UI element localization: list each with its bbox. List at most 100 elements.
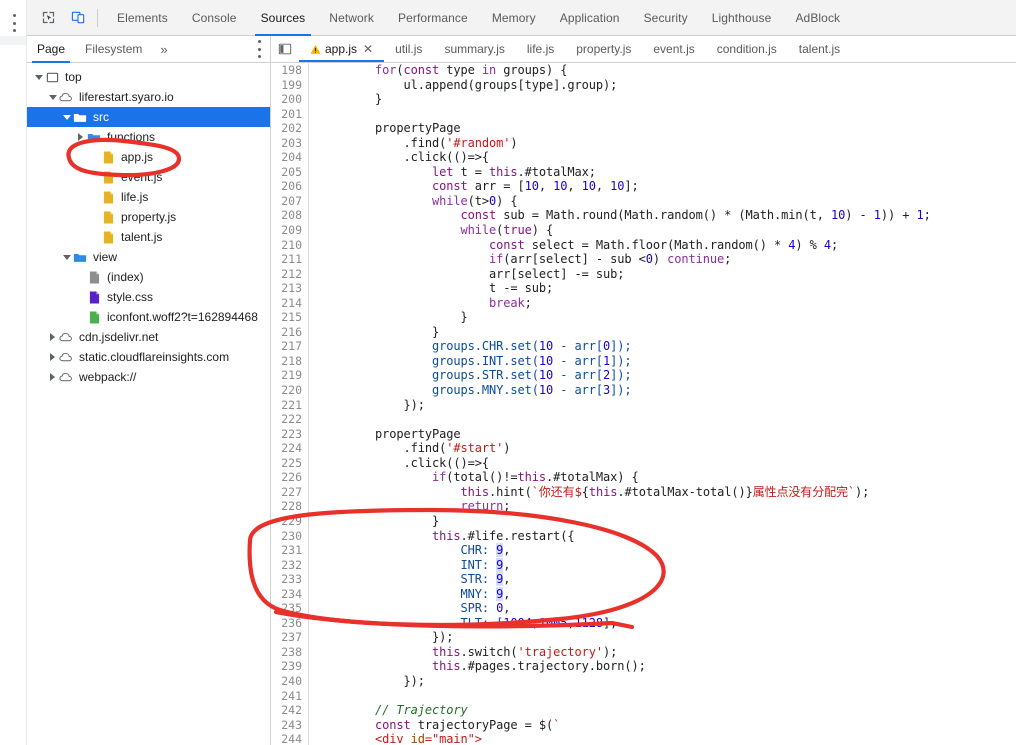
code-line[interactable]: 200 }: [271, 92, 1016, 107]
code-text[interactable]: let t = this.#totalMax;: [309, 165, 596, 180]
chevron-down-icon[interactable]: [61, 114, 72, 120]
line-number[interactable]: 237: [271, 630, 309, 645]
tree-item-cdn-jsdelivr-net[interactable]: cdn.jsdelivr.net: [27, 327, 270, 347]
line-number[interactable]: 230: [271, 528, 309, 544]
line-number[interactable]: 216: [271, 324, 309, 340]
line-number[interactable]: 244: [271, 732, 309, 745]
line-number[interactable]: 202: [271, 121, 309, 136]
code-text[interactable]: this.switch('trajectory');: [309, 645, 617, 660]
tab-application[interactable]: Application: [548, 0, 632, 36]
line-number[interactable]: 228: [271, 499, 309, 514]
device-toolbar-icon[interactable]: [65, 5, 91, 31]
code-text[interactable]: <div id="main">: [309, 732, 482, 745]
chevron-down-icon[interactable]: [47, 94, 58, 100]
code-text[interactable]: MNY: 9,: [309, 586, 510, 602]
file-tab-talent-js[interactable]: talent.js: [788, 36, 851, 62]
line-number[interactable]: 206: [271, 179, 309, 194]
code-text[interactable]: TLT: [1004,1005,1128],: [309, 616, 617, 631]
tree-item-property-js[interactable]: property.js: [27, 207, 270, 227]
file-tab-app-js[interactable]: app.js ✕: [299, 36, 385, 62]
file-tab-util-js[interactable]: util.js: [384, 36, 433, 62]
line-number[interactable]: 218: [271, 353, 309, 369]
tree-item-life-js[interactable]: life.js: [27, 187, 270, 207]
code-line[interactable]: 223 propertyPage: [271, 426, 1016, 442]
code-line[interactable]: 218 groups.INT.set(10 - arr[1]);: [271, 353, 1016, 369]
code-line[interactable]: 234 MNY: 9,: [271, 586, 1016, 602]
code-text[interactable]: if(arr[select] - sub <0) continue;: [309, 252, 731, 267]
code-text[interactable]: while(t>0) {: [309, 194, 518, 209]
tree-item-iconfont-woff2-t-162894468[interactable]: iconfont.woff2?t=162894468: [27, 307, 270, 327]
code-text[interactable]: }: [309, 310, 467, 325]
code-line[interactable]: 203 .find('#random'): [271, 135, 1016, 151]
tab-network[interactable]: Network: [317, 0, 386, 36]
code-line[interactable]: 242 // Trajectory: [271, 703, 1016, 718]
code-text[interactable]: // Trajectory: [309, 703, 468, 718]
code-text[interactable]: .find('#start'): [309, 441, 510, 456]
code-text[interactable]: });: [309, 674, 424, 689]
code-text[interactable]: .find('#random'): [309, 136, 517, 151]
code-text[interactable]: const sub = Math.round(Math.random() * (…: [309, 208, 931, 223]
code-text[interactable]: .click(()=>{: [309, 150, 489, 165]
file-tab-event-js[interactable]: event.js: [642, 36, 705, 62]
code-text[interactable]: }: [309, 92, 382, 107]
code-line[interactable]: 240 });: [271, 673, 1016, 689]
code-text[interactable]: [309, 412, 325, 427]
code-line[interactable]: 241: [271, 688, 1016, 704]
line-number[interactable]: 210: [271, 237, 309, 253]
navigator-file-tree[interactable]: top liferestart.syaro.io src functions app.j…: [27, 63, 271, 745]
browser-menu-icon[interactable]: [10, 14, 18, 32]
chevron-right-icon[interactable]: [47, 373, 58, 381]
line-number[interactable]: 215: [271, 310, 309, 325]
line-number[interactable]: 220: [271, 383, 309, 398]
chevron-down-icon[interactable]: [61, 254, 72, 260]
code-text[interactable]: if(total()!=this.#totalMax) {: [309, 470, 639, 485]
file-tab-life-js[interactable]: life.js: [516, 36, 565, 62]
line-number[interactable]: 203: [271, 135, 309, 151]
code-text[interactable]: STR: 9,: [309, 572, 510, 587]
line-number[interactable]: 198: [271, 63, 309, 78]
code-line[interactable]: 231 CHR: 9,: [271, 543, 1016, 558]
chevron-down-icon[interactable]: [33, 74, 44, 80]
tab-elements[interactable]: Elements: [105, 0, 180, 36]
code-text[interactable]: [309, 689, 325, 704]
code-line[interactable]: 221 });: [271, 397, 1016, 413]
line-number[interactable]: 234: [271, 586, 309, 602]
line-number[interactable]: 204: [271, 150, 309, 165]
line-number[interactable]: 232: [271, 557, 309, 573]
code-line[interactable]: 239 this.#pages.trajectory.born();: [271, 659, 1016, 674]
code-text[interactable]: t -= sub;: [309, 281, 553, 296]
line-number[interactable]: 199: [271, 77, 309, 93]
code-text[interactable]: [309, 107, 325, 122]
line-number[interactable]: 217: [271, 339, 309, 354]
navigator-tab-filesystem[interactable]: Filesystem: [75, 36, 152, 63]
close-tab-icon[interactable]: ✕: [363, 43, 373, 55]
line-number[interactable]: 221: [271, 397, 309, 413]
code-line[interactable]: 210 const select = Math.floor(Math.rando…: [271, 237, 1016, 253]
code-line[interactable]: 211 if(arr[select] - sub <0) continue;: [271, 252, 1016, 267]
line-number[interactable]: 227: [271, 484, 309, 500]
tab-security[interactable]: Security: [632, 0, 700, 36]
code-text[interactable]: const trajectoryPage = $(`: [309, 718, 560, 733]
code-line[interactable]: 227 this.hint(`你还有${this.#totalMax-total…: [271, 484, 1016, 500]
code-text[interactable]: groups.STR.set(10 - arr[2]);: [309, 368, 632, 383]
code-line[interactable]: 229 }: [271, 513, 1016, 529]
tab-console[interactable]: Console: [180, 0, 249, 36]
code-text[interactable]: arr[select] -= sub;: [309, 267, 624, 282]
code-line[interactable]: 213 t -= sub;: [271, 281, 1016, 296]
code-line[interactable]: 225 .click(()=>{: [271, 455, 1016, 471]
code-line[interactable]: 232 INT: 9,: [271, 557, 1016, 573]
code-text[interactable]: this.#pages.trajectory.born();: [309, 659, 646, 674]
code-line[interactable]: 209 while(true) {: [271, 223, 1016, 238]
code-line[interactable]: 235 SPR: 0,: [271, 601, 1016, 616]
code-line[interactable]: 222: [271, 412, 1016, 427]
line-number[interactable]: 243: [271, 717, 309, 733]
line-number[interactable]: 214: [271, 295, 309, 311]
tree-item-top[interactable]: top: [27, 67, 270, 87]
line-number[interactable]: 205: [271, 164, 309, 180]
line-number[interactable]: 238: [271, 644, 309, 660]
code-text[interactable]: propertyPage: [309, 427, 461, 442]
code-text[interactable]: groups.INT.set(10 - arr[1]);: [309, 354, 632, 369]
tree-item--index-[interactable]: (index): [27, 267, 270, 287]
line-number[interactable]: 231: [271, 543, 309, 558]
code-line[interactable]: 199 ul.append(groups[type].group);: [271, 77, 1016, 93]
